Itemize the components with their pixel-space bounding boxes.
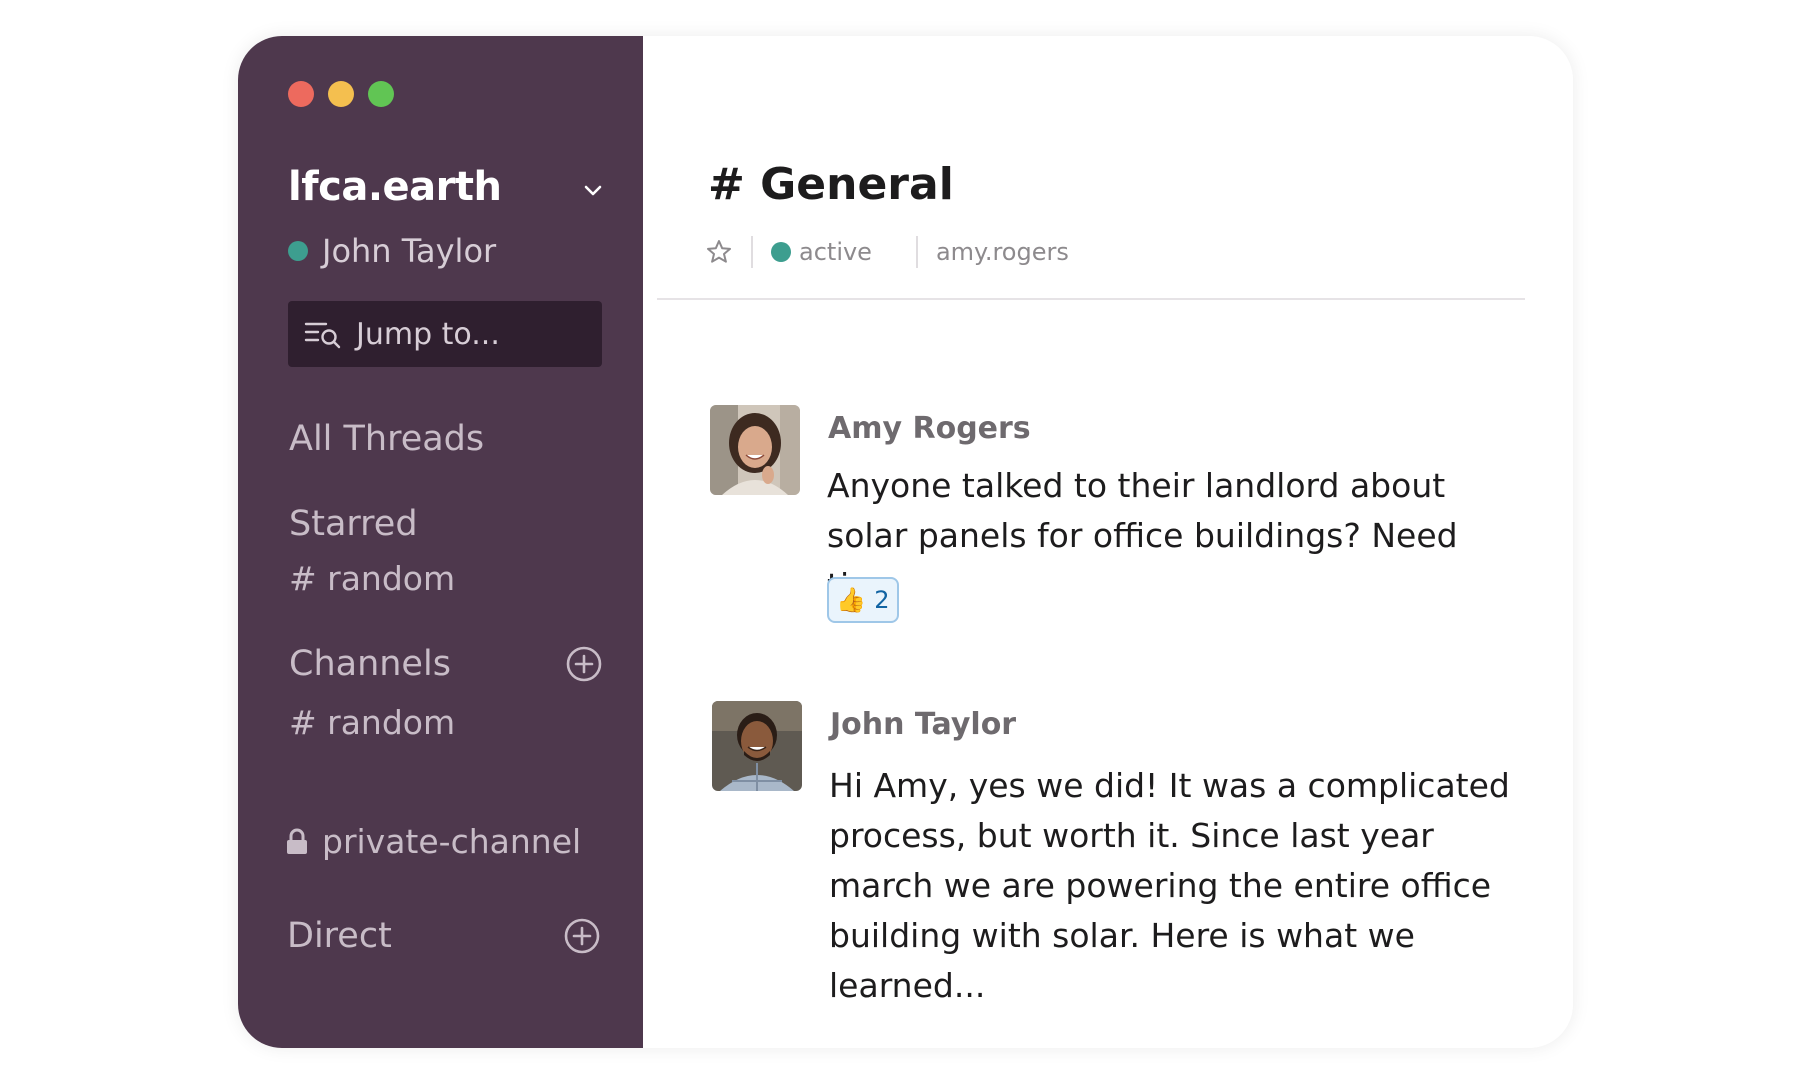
maximize-window-button[interactable] xyxy=(368,81,394,107)
chevron-down-icon[interactable] xyxy=(578,176,608,206)
add-direct-message-icon[interactable] xyxy=(563,917,601,955)
message-author[interactable]: Amy Rogers xyxy=(828,411,1031,446)
channel-member[interactable]: amy.rogers xyxy=(936,238,1069,266)
active-status-dot xyxy=(771,242,791,262)
channels-section-header[interactable]: Channels xyxy=(289,644,451,684)
message-item: Amy Rogers Anyone talked to their landlo… xyxy=(710,405,1530,635)
channel-item-private[interactable]: private-channel xyxy=(286,822,581,861)
private-channel-label: private-channel xyxy=(322,822,582,861)
channel-meta: active amy.rogers xyxy=(705,236,1069,268)
close-window-button[interactable] xyxy=(288,81,314,107)
reaction-button[interactable]: 👍 2 xyxy=(827,577,899,623)
jump-to-search[interactable]: Jump to... xyxy=(288,301,602,367)
add-channel-icon[interactable] xyxy=(565,645,603,683)
starred-item-random[interactable]: # random xyxy=(289,559,455,598)
channel-title: # General xyxy=(708,159,954,210)
lock-icon xyxy=(287,828,307,854)
thumbs-up-icon: 👍 xyxy=(836,586,867,614)
minimize-window-button[interactable] xyxy=(328,81,354,107)
message-text: Anyone talked to their landlord about so… xyxy=(827,466,1458,605)
starred-section-header: Starred xyxy=(289,504,418,544)
sidebar: lfca.earth John Taylor Jump to... All Th… xyxy=(238,36,643,1048)
jump-to-placeholder: Jump to... xyxy=(356,316,500,352)
current-user-name: John Taylor xyxy=(322,232,497,270)
meta-divider xyxy=(751,236,753,268)
channel-item-random[interactable]: # random xyxy=(289,703,455,742)
avatar[interactable] xyxy=(710,405,800,495)
presence-indicator xyxy=(288,241,308,261)
message-author[interactable]: John Taylor xyxy=(830,707,1016,742)
reaction-count: 2 xyxy=(874,586,890,614)
message-item: John Taylor Hi Amy, yes we did! It was a… xyxy=(712,701,1532,1005)
search-icon xyxy=(304,322,341,349)
direct-section-header[interactable]: Direct xyxy=(287,916,392,956)
sidebar-item-all-threads[interactable]: All Threads xyxy=(289,419,484,459)
workspace-name[interactable]: lfca.earth xyxy=(288,164,502,210)
avatar[interactable] xyxy=(712,701,802,791)
current-user[interactable]: John Taylor xyxy=(288,232,496,270)
header-divider xyxy=(657,298,1525,300)
channel-view: # General active amy.rogers Amy Rogers A… xyxy=(643,36,1573,1048)
star-icon[interactable] xyxy=(705,238,733,266)
channel-status: active xyxy=(799,238,872,266)
meta-divider xyxy=(915,236,918,268)
message-text: Hi Amy, yes we did! It was a complicated… xyxy=(829,766,1510,1005)
app-window: lfca.earth John Taylor Jump to... All Th… xyxy=(238,36,1573,1048)
window-controls xyxy=(288,81,394,107)
